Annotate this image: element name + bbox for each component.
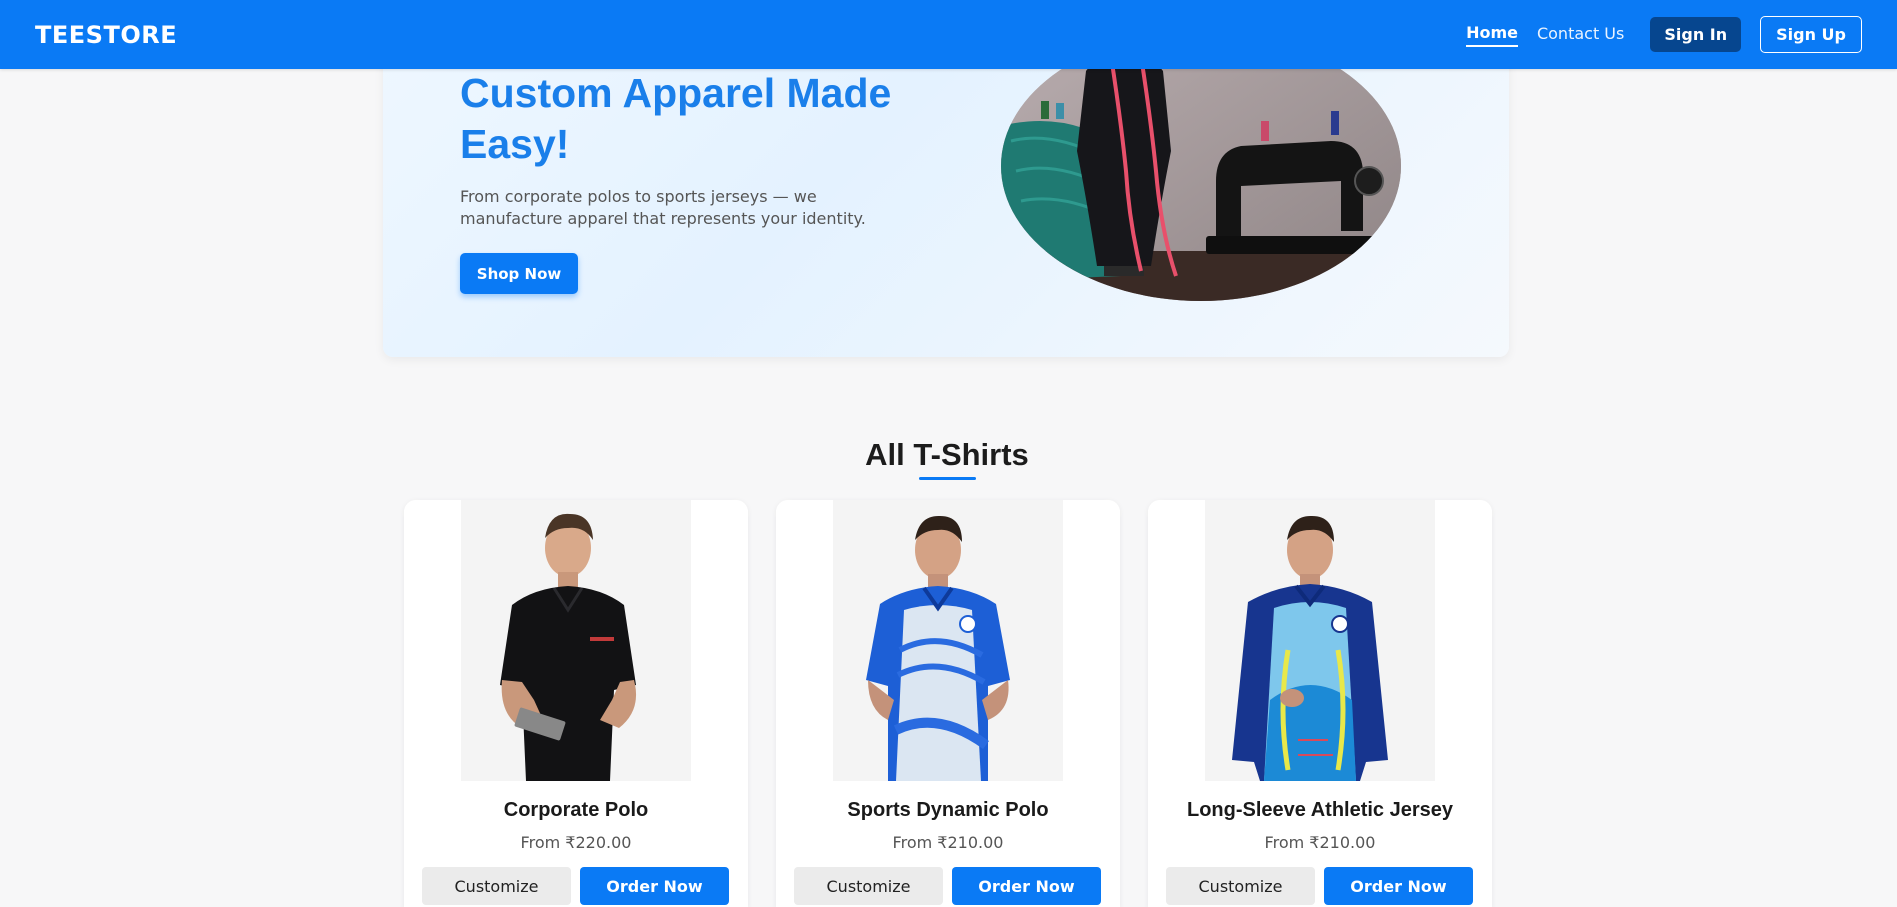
sign-up-button[interactable]: Sign Up: [1760, 16, 1862, 53]
product-price: From ₹220.00: [520, 833, 632, 852]
nav-link-contact-us[interactable]: Contact Us: [1537, 24, 1624, 46]
customize-button[interactable]: Customize: [1166, 867, 1315, 905]
hero-title: Custom Apparel Made Easy!: [460, 70, 892, 167]
order-now-button[interactable]: Order Now: [1324, 867, 1473, 905]
section-title: All T-Shirts: [865, 437, 1029, 472]
order-now-button[interactable]: Order Now: [580, 867, 729, 905]
nav-link-home[interactable]: Home: [1466, 23, 1518, 47]
hero-banner: Custom Apparel Made Easy! From corporate…: [383, 40, 1509, 357]
order-now-button[interactable]: Order Now: [952, 867, 1101, 905]
shop-now-button[interactable]: Shop Now: [460, 253, 578, 294]
product-price: From ₹210.00: [892, 833, 1004, 852]
customize-button[interactable]: Customize: [422, 867, 571, 905]
section-title-underline: [919, 477, 976, 480]
product-card: Long-Sleeve Athletic Jersey From ₹210.00…: [1148, 500, 1492, 907]
sign-in-button[interactable]: Sign In: [1650, 17, 1742, 52]
product-image-sports-polo[interactable]: [776, 500, 1120, 781]
product-image-black-polo[interactable]: [404, 500, 748, 781]
hero-subtitle: From corporate polos to sports jerseys —…: [460, 187, 866, 228]
nav-menu: Home Contact Us Sign In Sign Up: [1447, 16, 1862, 53]
product-card: Sports Dynamic Polo From ₹210.00 Customi…: [776, 500, 1120, 907]
customize-button[interactable]: Customize: [794, 867, 943, 905]
top-navbar: TEESTORE Home Contact Us Sign In Sign Up: [0, 0, 1897, 69]
hero-image: [1001, 40, 1401, 301]
product-price: From ₹210.00: [1264, 833, 1376, 852]
brand-logo[interactable]: TEESTORE: [35, 21, 177, 49]
product-image-long-sleeve-jersey[interactable]: [1148, 500, 1492, 781]
product-card: Corporate Polo From ₹220.00 Customize Or…: [404, 500, 748, 907]
product-name: Sports Dynamic Polo: [847, 799, 1049, 821]
product-name: Corporate Polo: [503, 799, 649, 821]
product-name: Long-Sleeve Athletic Jersey: [1186, 799, 1454, 821]
